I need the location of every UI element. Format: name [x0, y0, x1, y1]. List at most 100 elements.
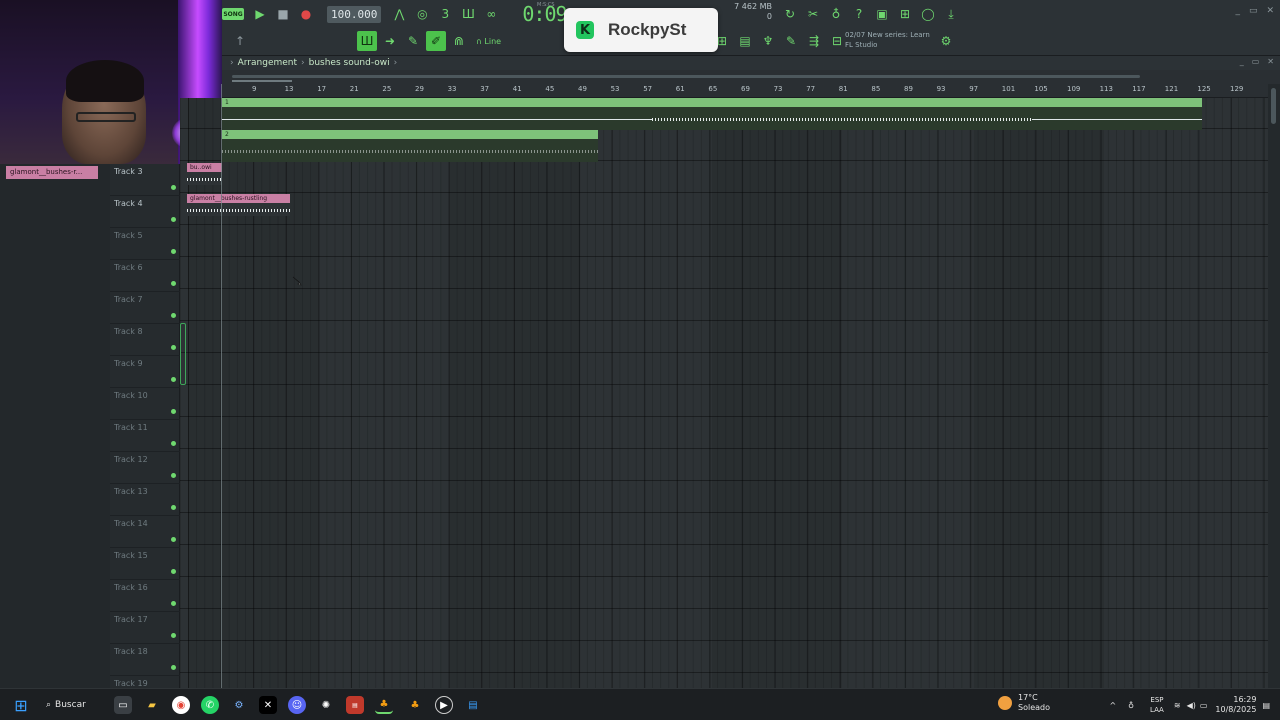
- app-icon[interactable]: ⚙: [230, 696, 248, 714]
- track-header[interactable]: Track 18: [110, 644, 180, 676]
- play-icon[interactable]: ▶: [250, 4, 270, 24]
- notification-icon[interactable]: ▤: [1262, 701, 1270, 710]
- track-header[interactable]: Track 7: [110, 292, 180, 324]
- track-header[interactable]: Track 5: [110, 228, 180, 260]
- battery-icon[interactable]: ▭: [1200, 701, 1208, 710]
- track-header[interactable]: Track 16: [110, 580, 180, 612]
- fl-studio-2-icon[interactable]: ♣: [406, 696, 424, 714]
- pin-icon[interactable]: ↑: [230, 31, 250, 51]
- plugin-icon[interactable]: ⊞: [895, 4, 915, 24]
- file-explorer-icon[interactable]: ▰: [143, 696, 161, 714]
- audio-clip-2[interactable]: 2: [222, 130, 598, 162]
- online-icon[interactable]: ⚙: [936, 31, 956, 51]
- audio-clip-1[interactable]: 1: [222, 98, 1202, 130]
- language-indicator[interactable]: ESP LAA: [1150, 695, 1164, 715]
- playlist-mode-icon[interactable]: Ш: [357, 31, 377, 51]
- capcut-icon[interactable]: ✕: [259, 696, 277, 714]
- maximize-icon[interactable]: ▭: [1249, 6, 1258, 16]
- wifi-icon[interactable]: ≋: [1174, 701, 1181, 710]
- stop-icon[interactable]: ■: [273, 4, 293, 24]
- chevron-up-icon[interactable]: ^: [1109, 701, 1116, 710]
- track-mute-led[interactable]: [171, 633, 176, 638]
- task-view-icon[interactable]: ▭: [114, 696, 132, 714]
- breadcrumb-arrangement[interactable]: Arrangement: [238, 58, 297, 68]
- arrow-icon[interactable]: ➜: [380, 31, 400, 51]
- mixer-icon[interactable]: ♆: [758, 31, 778, 51]
- notepad-icon[interactable]: ▤: [464, 696, 482, 714]
- playlist-grid[interactable]: [180, 98, 1268, 688]
- track-header[interactable]: Track 15: [110, 548, 180, 580]
- track-mute-led[interactable]: [171, 665, 176, 670]
- taskbar-search[interactable]: ⌕ Buscar: [46, 695, 86, 715]
- paint-icon[interactable]: ✐: [426, 31, 446, 51]
- track-mute-led[interactable]: [171, 441, 176, 446]
- audio-clip-4[interactable]: glamont__bushes-rustling: [187, 194, 290, 222]
- track-mute-led[interactable]: [171, 185, 176, 190]
- media-player-icon[interactable]: ▶: [435, 696, 453, 714]
- track-mute-led[interactable]: [171, 313, 176, 318]
- vscroll-thumb[interactable]: [1271, 88, 1276, 124]
- step-edit-icon[interactable]: Ш: [458, 4, 478, 24]
- fl-studio-icon[interactable]: ♣: [375, 696, 393, 714]
- maximize-icon[interactable]: ▭: [1252, 57, 1260, 66]
- wait-input-icon[interactable]: ◎: [412, 4, 432, 24]
- track-mute-led[interactable]: [171, 569, 176, 574]
- vertical-scrollbar[interactable]: [1268, 84, 1280, 688]
- track-mute-led[interactable]: [171, 217, 176, 222]
- save-icon[interactable]: ▣: [872, 4, 892, 24]
- track-header[interactable]: Track 4: [110, 196, 180, 228]
- clipboard-icon[interactable]: ▤: [735, 31, 755, 51]
- taskbar-clock[interactable]: 16:29 10/8/2025: [1215, 695, 1256, 715]
- loop-record-icon[interactable]: ∞: [481, 4, 501, 24]
- pencil-tool-icon[interactable]: ✎: [781, 31, 801, 51]
- tempo-display[interactable]: 100.000: [327, 5, 382, 23]
- video-app-icon[interactable]: ▤: [346, 696, 364, 714]
- breadcrumb-pattern[interactable]: bushes sound-owi: [309, 58, 390, 68]
- track-mute-led[interactable]: [171, 249, 176, 254]
- minimize-icon[interactable]: _: [1240, 57, 1244, 66]
- news-hint[interactable]: 02/07 New series: Learn FL Studio: [845, 30, 930, 50]
- track-header[interactable]: Track 11: [110, 420, 180, 452]
- horizontal-scrollbar[interactable]: [222, 70, 1280, 84]
- windows-start-icon[interactable]: ⊞: [12, 696, 30, 715]
- close-icon[interactable]: ✕: [1267, 57, 1274, 66]
- weather-widget[interactable]: 17°C Soleado: [998, 693, 1050, 713]
- track-header[interactable]: Track 8: [110, 324, 180, 356]
- mic-tray-icon[interactable]: ♁: [1128, 701, 1134, 710]
- track-header[interactable]: Track 10: [110, 388, 180, 420]
- mic-icon[interactable]: ♁: [826, 4, 846, 24]
- discord-icon[interactable]: ☺: [288, 696, 306, 714]
- whatsapp-icon[interactable]: ✆: [201, 696, 219, 714]
- chatgpt-icon[interactable]: ✺: [317, 696, 335, 714]
- timeline-ruler[interactable]: 9 13 17 21 25 29 33 37 41 45 49 53 57 61 65 69 73 77 81 85 8…: [222, 84, 1268, 98]
- chat-icon[interactable]: ◯: [918, 4, 938, 24]
- cart-icon[interactable]: ⊟: [827, 31, 847, 51]
- volume-icon[interactable]: ◀): [1187, 701, 1196, 710]
- track-mute-led[interactable]: [171, 345, 176, 350]
- track-mute-led[interactable]: [171, 281, 176, 286]
- selected-sample[interactable]: glamont__bushes-r...: [6, 166, 98, 179]
- track-mute-led[interactable]: [171, 377, 176, 382]
- track-mute-led[interactable]: [171, 473, 176, 478]
- song-mode-toggle[interactable]: SONG: [222, 8, 244, 20]
- arrows-icon[interactable]: ⇶: [804, 31, 824, 51]
- chrome-icon[interactable]: ◉: [172, 696, 190, 714]
- track-header[interactable]: Track 6: [110, 260, 180, 292]
- minimize-icon[interactable]: _: [1235, 6, 1240, 16]
- track-header[interactable]: Track 3: [110, 164, 180, 196]
- track-mute-led[interactable]: [171, 601, 176, 606]
- metronome-icon[interactable]: ⋀: [389, 4, 409, 24]
- snap-selector[interactable]: ∩ Line: [476, 37, 501, 46]
- track-mute-led[interactable]: [171, 409, 176, 414]
- download-icon[interactable]: ⤓: [941, 4, 961, 24]
- help-icon[interactable]: ?: [849, 4, 869, 24]
- track-header[interactable]: Track 14: [110, 516, 180, 548]
- track-header[interactable]: Track 9: [110, 356, 180, 388]
- track-header[interactable]: Track 13: [110, 484, 180, 516]
- track-header[interactable]: Track 17: [110, 612, 180, 644]
- magnet-icon[interactable]: ⋒: [449, 31, 469, 51]
- countdown-icon[interactable]: 3: [435, 4, 455, 24]
- draw-icon[interactable]: ✎: [403, 31, 423, 51]
- audio-clip-3[interactable]: bu..owi: [187, 163, 222, 191]
- track-header[interactable]: Track 12: [110, 452, 180, 484]
